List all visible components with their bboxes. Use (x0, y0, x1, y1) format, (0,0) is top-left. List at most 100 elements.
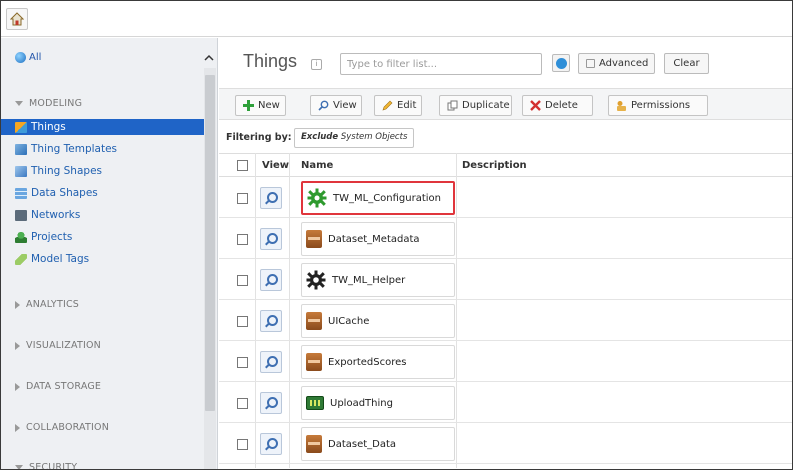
circuit-board-icon (306, 396, 324, 410)
row-checkbox[interactable] (237, 193, 248, 204)
row-name: UICache (328, 315, 370, 327)
name-cell[interactable]: ExportedScores (301, 345, 455, 379)
section-modeling-label: MODELING (29, 98, 83, 109)
model-tags-icon (15, 253, 27, 265)
pencil-icon (382, 100, 393, 111)
row-checkbox[interactable] (237, 357, 248, 368)
section-data-storage[interactable]: DATA STORAGE (15, 381, 101, 392)
section-collaboration[interactable]: COLLABORATION (15, 422, 109, 433)
duplicate-icon (447, 100, 458, 111)
sidebar-item-networks[interactable]: Networks (15, 207, 80, 223)
refresh-button[interactable] (552, 54, 570, 72)
advanced-label: Advanced (599, 58, 649, 69)
table-row[interactable]: UploadThing (219, 383, 792, 423)
name-cell[interactable]: UICache (301, 304, 455, 338)
plus-icon (243, 100, 254, 111)
home-button[interactable] (6, 8, 28, 30)
section-collaboration-label: COLLABORATION (26, 422, 110, 433)
sidebar-item-thing-shapes[interactable]: Thing Shapes (15, 163, 102, 179)
sidebar-all-label: All (29, 52, 42, 63)
thing-shapes-icon (15, 165, 27, 177)
collapsed-icon (15, 423, 20, 432)
home-icon (10, 12, 24, 26)
duplicate-button[interactable]: Duplicate (439, 95, 512, 116)
section-analytics-label: ANALYTICS (26, 299, 80, 310)
view-row-button[interactable] (260, 351, 282, 373)
thing-templates-icon (15, 143, 27, 155)
view-row-button[interactable] (260, 310, 282, 332)
section-security[interactable]: SECURITY (15, 462, 78, 470)
table-row[interactable]: Dataset_Metadata (219, 219, 792, 259)
filter-chip-bold: Exclude (301, 132, 339, 142)
row-checkbox[interactable] (237, 275, 248, 286)
row-name: Dataset_Data (328, 438, 397, 450)
new-label: New (258, 100, 280, 111)
view-row-button[interactable] (260, 187, 282, 209)
filtering-label: Filtering by: (226, 132, 292, 143)
top-bar (1, 1, 792, 37)
row-checkbox[interactable] (237, 398, 248, 409)
clear-button[interactable]: Clear (664, 53, 709, 74)
networks-icon (15, 209, 27, 221)
view-row-button[interactable] (260, 269, 282, 291)
database-icon (306, 435, 322, 453)
permissions-button[interactable]: Permissions (608, 95, 708, 116)
sidebar-item-projects[interactable]: Projects (15, 229, 72, 245)
view-row-button[interactable] (260, 228, 282, 250)
row-checkbox[interactable] (237, 316, 248, 327)
name-cell[interactable]: Dataset_Metadata (301, 222, 455, 256)
row-name: UploadThing (330, 397, 393, 409)
sidebar-item-label: Things (31, 121, 66, 133)
view-row-button[interactable] (260, 392, 282, 414)
column-view[interactable]: View (262, 160, 289, 171)
title-row: Things i Advanced Clear (219, 38, 792, 88)
view-label: View (333, 100, 357, 111)
view-row-button[interactable] (260, 433, 282, 455)
name-cell[interactable]: TW_ML_Configuration (301, 181, 455, 215)
row-name: TW_ML_Configuration (333, 192, 442, 204)
sidebar-item-label: Projects (31, 231, 73, 243)
sidebar-item-thing-templates[interactable]: Thing Templates (15, 141, 117, 157)
view-button[interactable]: View (310, 95, 362, 116)
expanded-icon (15, 101, 23, 106)
advanced-button[interactable]: Advanced (578, 53, 655, 74)
section-visualization[interactable]: VISUALIZATION (15, 340, 101, 351)
green-gear-icon (307, 188, 327, 208)
select-all-checkbox[interactable] (237, 160, 248, 171)
column-name[interactable]: Name (301, 160, 333, 171)
column-description[interactable]: Description (462, 160, 527, 171)
sidebar-item-model-tags[interactable]: Model Tags (15, 251, 89, 267)
sidebar-item-things[interactable]: Things (1, 119, 204, 135)
section-modeling[interactable]: MODELING (15, 98, 82, 109)
row-checkbox[interactable] (237, 439, 248, 450)
projects-icon (15, 231, 27, 243)
table-row[interactable]: ExportedScores (219, 342, 792, 382)
edit-button[interactable]: Edit (374, 95, 422, 116)
page-title: Things (243, 51, 298, 71)
magnifier-icon (318, 100, 329, 111)
info-icon[interactable]: i (311, 59, 322, 70)
sidebar-scroll-thumb[interactable] (205, 75, 215, 411)
filter-chip[interactable]: Exclude System Objects (294, 128, 415, 148)
permissions-label: Permissions (631, 100, 691, 111)
section-security-label: SECURITY (29, 462, 78, 470)
collapse-up-icon[interactable] (204, 53, 214, 63)
new-button[interactable]: New (235, 95, 286, 116)
filter-input[interactable] (340, 53, 542, 75)
sidebar-all[interactable]: All (15, 52, 41, 63)
app-frame: All MODELING Things Thing Templates Thin… (0, 0, 793, 470)
collapsed-icon (15, 382, 20, 391)
delete-button[interactable]: Delete (522, 95, 593, 116)
delete-label: Delete (545, 100, 578, 111)
table-row[interactable]: TW_ML_Helper (219, 260, 792, 300)
name-cell[interactable]: Dataset_Data (301, 427, 455, 461)
table-row[interactable]: TW_ML_Configuration (219, 178, 792, 218)
gear-icon (306, 270, 326, 290)
table-row[interactable]: Dataset_Data (219, 424, 792, 464)
section-analytics[interactable]: ANALYTICS (15, 299, 79, 310)
name-cell[interactable]: TW_ML_Helper (301, 263, 455, 297)
sidebar-item-data-shapes[interactable]: Data Shapes (15, 185, 98, 201)
row-checkbox[interactable] (237, 234, 248, 245)
name-cell[interactable]: UploadThing (301, 386, 455, 420)
table-row[interactable]: UICache (219, 301, 792, 341)
